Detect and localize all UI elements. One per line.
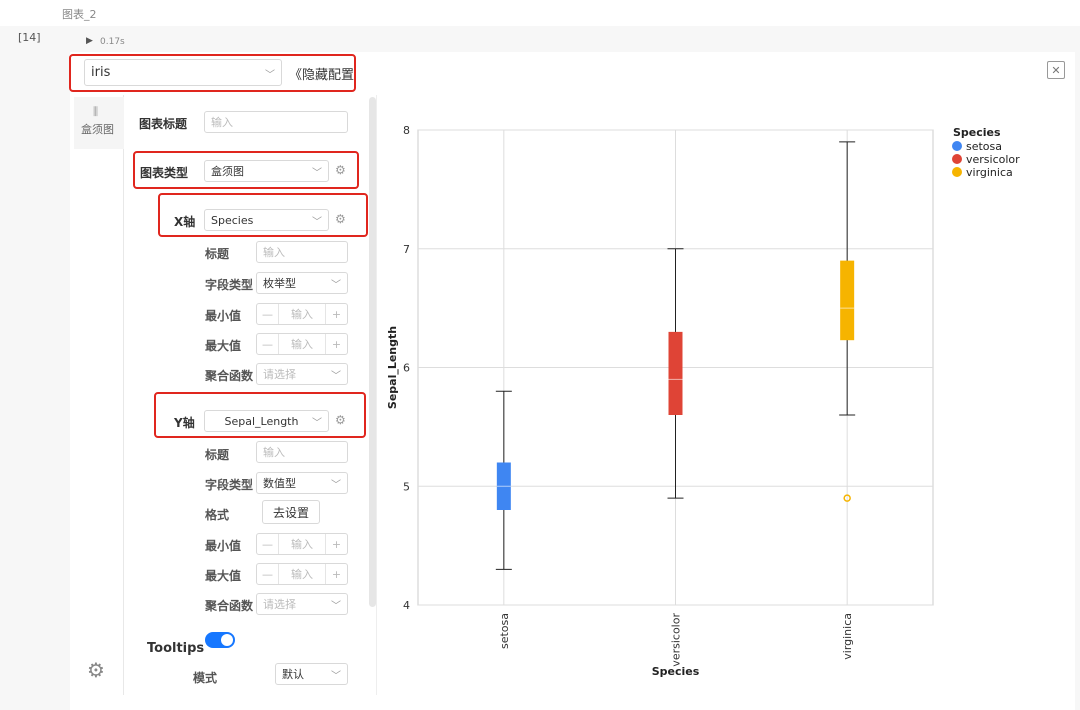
legend-label: setosa bbox=[966, 140, 1002, 153]
legend-label: virginica bbox=[966, 166, 1013, 179]
mode-label: 模式 bbox=[193, 671, 218, 685]
minus-icon[interactable]: — bbox=[257, 304, 279, 324]
minus-icon[interactable]: — bbox=[257, 334, 279, 354]
y-title-input[interactable]: 输入 bbox=[256, 441, 348, 463]
x-min-placeholder: 输入 bbox=[291, 308, 313, 321]
x-tick-label: versicolor bbox=[670, 613, 683, 667]
legend-swatch-virginica bbox=[952, 167, 962, 177]
x-title-label: 标题 bbox=[205, 247, 230, 261]
highlight-dataset bbox=[69, 54, 356, 92]
legend-swatch-versicolor bbox=[952, 154, 962, 164]
x-axis-title: Species bbox=[652, 665, 700, 678]
x-min-stepper[interactable]: — 输入 + bbox=[256, 303, 348, 325]
x-title-placeholder: 输入 bbox=[263, 246, 285, 259]
execution-count: [14] bbox=[18, 31, 41, 44]
x-max-label: 最大值 bbox=[205, 339, 242, 353]
x-min-label: 最小值 bbox=[205, 309, 242, 323]
scrollbar[interactable] bbox=[369, 97, 376, 607]
plus-icon[interactable]: + bbox=[325, 534, 347, 554]
box-versicolor bbox=[668, 331, 683, 415]
legend: Speciessetosaversicolorvirginica bbox=[952, 126, 1020, 179]
axis-ticks: 4 5 6 7 8 setosa versicolor virginica bbox=[403, 124, 854, 667]
x-agg-select[interactable]: 请选择 ﹀ bbox=[256, 363, 348, 385]
y-title-label: 标题 bbox=[205, 448, 230, 462]
sidebar-item-label: 盒须图 bbox=[81, 123, 114, 136]
chevron-down-icon: ﹀ bbox=[331, 480, 341, 491]
chart-title-placeholder: 输入 bbox=[211, 116, 233, 129]
y-axis-title: Sepal_Length bbox=[386, 326, 399, 409]
y-tick-label: 4 bbox=[403, 599, 410, 612]
highlight-x-axis bbox=[158, 193, 368, 237]
boxplot-icon: ⫼ bbox=[93, 105, 99, 118]
chevron-down-icon: ﹀ bbox=[331, 280, 341, 291]
y-tick-label: 8 bbox=[403, 124, 410, 137]
y-agg-placeholder: 请选择 bbox=[263, 598, 296, 611]
boxplot-chart: 45678setosa versicolor virginica Sepal_Len… bbox=[386, 124, 1020, 678]
y-min-placeholder: 输入 bbox=[291, 538, 313, 551]
y-field-type-label: 字段类型 bbox=[205, 478, 254, 492]
y-title-placeholder: 输入 bbox=[263, 446, 285, 459]
chevron-down-icon: ﹀ bbox=[331, 601, 341, 612]
sidebar-item-boxplot[interactable]: ⫼ 盒须图 bbox=[74, 97, 124, 149]
y-agg-select[interactable]: 请选择 ﹀ bbox=[256, 593, 348, 615]
y-max-stepper[interactable]: — 输入 + bbox=[256, 563, 348, 585]
x-max-stepper[interactable]: — 输入 + bbox=[256, 333, 348, 355]
y-min-stepper[interactable]: — 输入 + bbox=[256, 533, 348, 555]
chart-title-label: 图表标题 bbox=[139, 117, 188, 131]
x-tick-label: setosa bbox=[498, 613, 511, 649]
y-max-placeholder: 输入 bbox=[291, 568, 313, 581]
highlight-chart-type bbox=[133, 151, 359, 189]
box-virginica bbox=[840, 260, 855, 341]
format-settings-button[interactable]: 去设置 bbox=[262, 500, 320, 524]
minus-icon[interactable]: — bbox=[257, 564, 279, 584]
y-field-type-value: 数值型 bbox=[263, 477, 296, 490]
y-min-label: 最小值 bbox=[205, 539, 242, 553]
y-max-label: 最大值 bbox=[205, 569, 242, 583]
highlight-y-axis bbox=[154, 392, 366, 438]
chart-title-input[interactable]: 输入 bbox=[204, 111, 348, 133]
mode-select[interactable]: 默认 ﹀ bbox=[275, 663, 348, 685]
mode-value: 默认 bbox=[282, 668, 304, 681]
x-title-input[interactable]: 输入 bbox=[256, 241, 348, 263]
plus-icon[interactable]: + bbox=[325, 564, 347, 584]
run-arrow-icon[interactable]: ▶ bbox=[86, 36, 93, 46]
tooltips-toggle[interactable] bbox=[205, 632, 235, 648]
x-field-type-select[interactable]: 枚举型 ﹀ bbox=[256, 272, 348, 294]
y-tick-label: 6 bbox=[403, 362, 410, 375]
y-format-label: 格式 bbox=[205, 508, 230, 522]
y-tick-label: 5 bbox=[403, 480, 410, 493]
x-agg-placeholder: 请选择 bbox=[263, 368, 296, 381]
cell-title: 图表_2 bbox=[62, 8, 97, 21]
plus-icon[interactable]: + bbox=[325, 304, 347, 324]
minus-icon[interactable]: — bbox=[257, 534, 279, 554]
y-agg-label: 聚合函数 bbox=[205, 599, 254, 613]
panel-divider bbox=[376, 95, 377, 695]
run-time: 0.17s bbox=[100, 37, 125, 47]
plus-icon[interactable]: + bbox=[325, 334, 347, 354]
legend-title: Species bbox=[953, 126, 1001, 139]
y-field-type-select[interactable]: 数值型 ﹀ bbox=[256, 472, 348, 494]
x-agg-label: 聚合函数 bbox=[205, 369, 254, 383]
gear-icon[interactable]: ⚙ bbox=[87, 658, 105, 682]
chevron-down-icon: ﹀ bbox=[331, 671, 341, 682]
legend-label: versicolor bbox=[966, 153, 1020, 166]
chevron-down-icon: ﹀ bbox=[331, 371, 341, 382]
x-tick-label: virginica bbox=[841, 613, 854, 660]
x-field-type-label: 字段类型 bbox=[205, 278, 254, 292]
sidebar bbox=[74, 95, 124, 695]
x-field-type-value: 枚举型 bbox=[263, 277, 296, 290]
legend-swatch-setosa bbox=[952, 141, 962, 151]
close-icon[interactable]: ✕ bbox=[1047, 61, 1065, 79]
toggle-knob bbox=[221, 634, 233, 646]
y-tick-label: 7 bbox=[403, 243, 410, 256]
tooltips-label: Tooltips bbox=[147, 641, 205, 656]
x-max-placeholder: 输入 bbox=[291, 338, 313, 351]
